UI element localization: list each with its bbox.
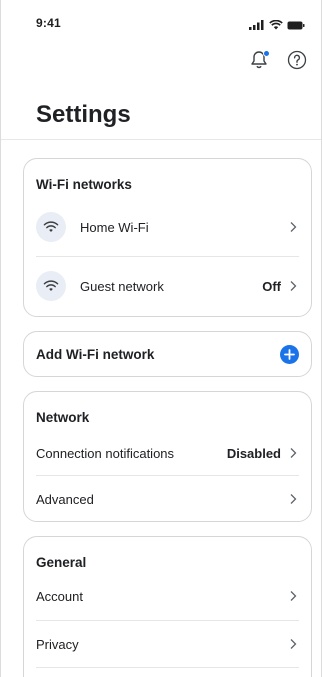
page-title: Settings [36, 101, 131, 128]
divider [36, 475, 299, 476]
privacy-item[interactable]: Privacy [24, 629, 311, 659]
chevron-right-icon [290, 639, 297, 649]
advanced-label: Advanced [36, 491, 94, 507]
app-screen: 9:41 Settings Wi-Fi networks Home Wi-Fi … [0, 0, 322, 677]
connection-notifications-item[interactable]: Connection notifications Disabled [24, 438, 311, 468]
notification-badge [263, 50, 270, 57]
plus-circle-icon [280, 345, 299, 364]
chevron-right-icon [290, 591, 297, 601]
advanced-item[interactable]: Advanced [24, 484, 311, 514]
cellular-signal-icon [249, 17, 265, 35]
network-title: Network [36, 410, 90, 425]
chevron-right-icon [290, 222, 297, 232]
add-wifi-network-label: Add Wi-Fi network [36, 347, 155, 362]
divider [36, 256, 299, 257]
connection-notifications-value: Disabled [226, 445, 281, 461]
divider [36, 620, 299, 621]
wifi-status-icon [269, 17, 283, 35]
wifi-networks-title: Wi-Fi networks [36, 177, 132, 192]
wifi-icon [36, 212, 66, 242]
chevron-right-icon [290, 281, 297, 291]
add-wifi-network-button[interactable]: Add Wi-Fi network [23, 331, 312, 377]
status-time: 9:41 [36, 16, 61, 30]
wifi-item-home[interactable]: Home Wi-Fi [24, 210, 311, 244]
status-bar: 9:41 [1, 0, 321, 44]
help-circle-icon [287, 50, 307, 75]
account-item[interactable]: Account [24, 581, 311, 611]
wifi-networks-card: Wi-Fi networks Home Wi-Fi Guest network … [23, 158, 312, 317]
privacy-label: Privacy [36, 636, 79, 652]
wifi-item-guest[interactable]: Guest network Off [24, 269, 311, 303]
general-title: General [36, 555, 87, 570]
header-divider [1, 139, 321, 140]
general-card: General Account Privacy [23, 536, 312, 677]
guest-network-status: Off [262, 278, 281, 294]
wifi-item-label: Home Wi-Fi [80, 219, 149, 235]
divider [36, 667, 299, 668]
wifi-item-label: Guest network [80, 278, 164, 294]
chevron-right-icon [290, 494, 297, 504]
battery-icon [287, 17, 305, 35]
top-actions [247, 50, 309, 74]
help-button[interactable] [285, 50, 309, 74]
status-icons [249, 17, 305, 35]
account-label: Account [36, 588, 83, 604]
wifi-icon [36, 271, 66, 301]
notifications-button[interactable] [247, 50, 271, 74]
connection-notifications-label: Connection notifications [36, 445, 175, 461]
chevron-right-icon [290, 448, 297, 458]
network-card: Network Connection notifications Disable… [23, 391, 312, 522]
